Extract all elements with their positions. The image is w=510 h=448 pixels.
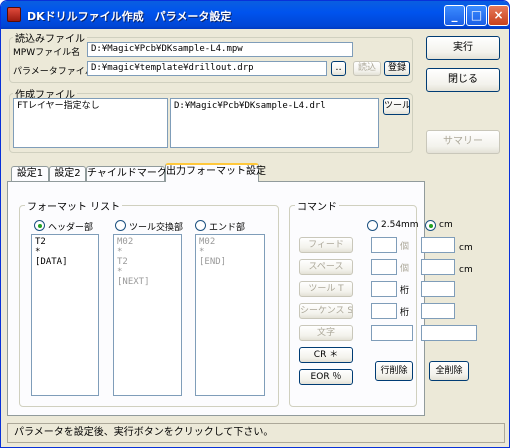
tool-t-value-input[interactable] (421, 281, 455, 297)
list-item[interactable]: * (117, 247, 178, 257)
close-button[interactable]: 閉じる (426, 68, 500, 92)
space-cm-input[interactable] (421, 259, 455, 275)
list-item[interactable]: * (35, 247, 95, 257)
sequence-digits-input[interactable] (371, 303, 397, 319)
feed-cm-unit: cm (459, 243, 473, 253)
tab-settings-1[interactable]: 設定1 (11, 166, 49, 182)
cr-button[interactable]: CR ＊ (299, 347, 353, 363)
list-item[interactable]: [END] (199, 257, 261, 267)
tool-digits-unit: 桁 (400, 286, 410, 296)
end-radio[interactable] (195, 220, 206, 231)
status-bar: パラメータを設定後、実行ボタンをクリックして下さい。 (7, 423, 505, 443)
title-bar: DKドリルファイル作成 パラメータ設定 _ □ × (1, 1, 509, 29)
list-item[interactable]: * (117, 267, 178, 277)
list-item[interactable]: T2 (35, 237, 95, 247)
list-item[interactable]: M02 (117, 237, 178, 247)
tool-t-button[interactable]: ツール T (299, 281, 353, 297)
tab-child-mark[interactable]: チャイルドマーク (86, 166, 167, 182)
char-value-input[interactable] (421, 325, 477, 341)
feed-cm-input[interactable] (421, 237, 455, 253)
feed-count-unit: 個 (400, 242, 410, 252)
header-format-list[interactable]: T2 * [DATA] (31, 234, 99, 396)
main-window: DKドリルファイル作成 パラメータ設定 _ □ × 読込みファイル MPWファイ… (0, 0, 510, 448)
space-count-unit: 個 (400, 264, 410, 274)
tool-exchange-radio-label: ツール交換部 (129, 223, 184, 233)
delete-all-button[interactable]: 全削除 (429, 361, 469, 381)
unit-254-label: 2.54mm (381, 220, 419, 230)
list-item[interactable]: [DATA] (35, 257, 95, 267)
header-radio-label: ヘッダー部 (48, 223, 94, 233)
tool-digits-input[interactable] (371, 281, 397, 297)
summary-button[interactable]: サマリー (426, 130, 500, 154)
char-button[interactable]: 文字 (299, 325, 353, 341)
unit-254-radio[interactable] (367, 220, 378, 231)
list-item[interactable]: M02 (199, 237, 261, 247)
feed-count-input[interactable] (371, 237, 397, 253)
param-file-input[interactable]: D:¥magic¥template¥drillout.drp (87, 61, 327, 76)
browse-param-button[interactable]: .. (331, 61, 346, 76)
register-button[interactable]: 登録 (384, 61, 410, 76)
tool-button[interactable]: ツール (383, 98, 410, 115)
read-files-legend: 読込みファイル (13, 30, 87, 45)
close-window-button[interactable]: × (488, 5, 509, 26)
format-list-legend: フォーマット リスト (25, 198, 123, 213)
load-button[interactable]: 読込 (353, 61, 381, 76)
list-item[interactable]: FTレイヤー指定なし (17, 101, 164, 111)
minimize-button[interactable]: _ (444, 5, 465, 26)
mpw-file-label: MPWファイル名 (13, 48, 81, 58)
end-radio-label: エンド部 (209, 223, 246, 233)
tab-output-format[interactable]: 出力フォーマット設定 (165, 163, 266, 182)
window-title: DKドリルファイル作成 パラメータ設定 (27, 10, 232, 23)
layer-list[interactable]: FTレイヤー指定なし (13, 98, 168, 148)
sequence-digits-unit: 桁 (400, 308, 410, 318)
space-button[interactable]: スペース (299, 259, 353, 275)
maximize-button[interactable]: □ (466, 5, 487, 26)
tab-settings-2[interactable]: 設定2 (49, 166, 86, 182)
list-item[interactable]: * (199, 247, 261, 257)
char-input[interactable] (371, 325, 413, 341)
space-count-input[interactable] (371, 259, 397, 275)
list-item[interactable]: T2 (117, 257, 178, 267)
delete-line-button[interactable]: 行削除 (375, 361, 413, 381)
feed-button[interactable]: フィード (299, 237, 353, 253)
output-file-list[interactable]: D:¥Magic¥Pcb¥DKsample-L4.drl (170, 98, 379, 148)
sequence-s-button[interactable]: シーケンス S (299, 303, 353, 319)
list-item[interactable]: [NEXT] (117, 277, 178, 287)
app-icon (7, 7, 21, 22)
status-message: パラメータを設定後、実行ボタンをクリックして下さい。 (14, 427, 274, 438)
list-item[interactable]: D:¥Magic¥Pcb¥DKsample-L4.drl (174, 101, 375, 111)
header-radio[interactable] (34, 220, 45, 231)
space-cm-unit: cm (459, 265, 473, 275)
end-format-list[interactable]: M02 * [END] (195, 234, 265, 396)
unit-cm-radio[interactable] (425, 220, 436, 231)
command-legend: コマンド (295, 198, 339, 213)
tool-format-list[interactable]: M02 * T2 * [NEXT] (113, 234, 182, 396)
eor-button[interactable]: EOR ％ (299, 369, 353, 385)
sequence-s-value-input[interactable] (421, 303, 455, 319)
execute-button[interactable]: 実行 (426, 36, 500, 60)
tool-exchange-radio[interactable] (115, 220, 126, 231)
unit-cm-label: cm (439, 220, 453, 230)
mpw-file-input[interactable]: D:¥Magic¥Pcb¥DKsample-L4.mpw (87, 42, 353, 57)
